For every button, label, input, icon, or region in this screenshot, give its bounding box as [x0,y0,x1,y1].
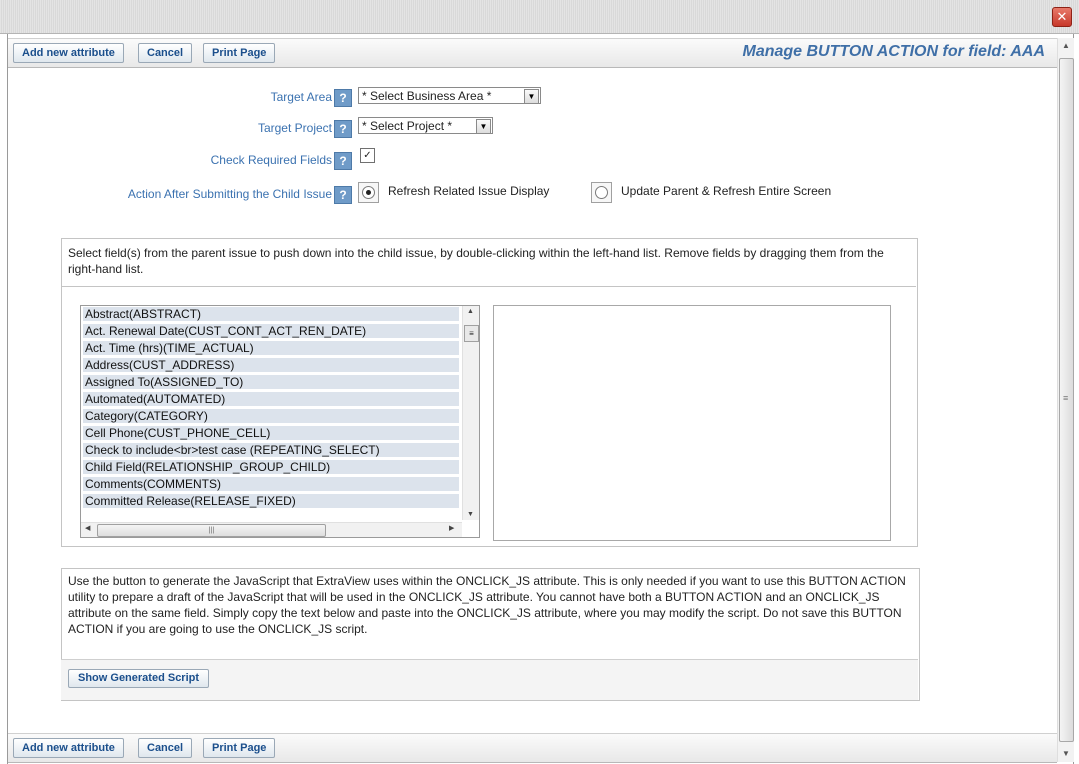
add-new-attribute-button[interactable]: Add new attribute [13,738,124,758]
scrollbar-thumb[interactable]: ≡ [1059,58,1074,742]
target-project-label: Target Project [257,121,332,135]
list-item[interactable]: Act. Renewal Date(CUST_CONT_ACT_REN_DATE… [83,324,459,339]
target-area-select[interactable]: * Select Business Area * ▼ [358,87,541,104]
update-parent-label: Update Parent & Refresh Entire Screen [621,184,832,198]
list-item[interactable]: Assigned To(ASSIGNED_TO) [83,375,459,390]
scrollbar-thumb[interactable]: ||| [97,524,326,537]
refresh-related-label: Refresh Related Issue Display [388,184,550,198]
page-scrollbar[interactable]: ▲ ≡ ▼ [1057,38,1074,762]
list-item[interactable]: Committed Release(RELEASE_FIXED) [83,494,459,509]
close-icon[interactable]: ✕ [1052,7,1072,27]
print-page-button[interactable]: Print Page [203,43,276,63]
chevron-down-icon[interactable]: ▼ [476,119,491,134]
list-item[interactable]: Check to include<br>test case (REPEATING… [83,443,459,458]
help-icon[interactable]: ? [334,186,352,204]
update-parent-radio[interactable] [591,182,612,203]
parent-fields-list[interactable]: Abstract(ABSTRACT) Act. Renewal Date(CUS… [80,305,480,538]
divider [62,286,916,287]
scrollbar-thumb[interactable]: ≡ [464,325,479,342]
list-item[interactable]: Act. Time (hrs)(TIME_ACTUAL) [83,341,459,356]
child-fields-list[interactable] [493,305,891,541]
scroll-up-icon[interactable]: ▲ [467,308,474,315]
target-project-select[interactable]: * Select Project * ▼ [358,117,493,134]
help-icon[interactable]: ? [334,152,352,170]
top-toolbar: Add new attribute Cancel Print Page Mana… [8,38,1057,68]
list-item[interactable]: Category(CATEGORY) [83,409,459,424]
add-new-attribute-button[interactable]: Add new attribute [13,43,124,63]
list-horizontal-scrollbar[interactable]: ◀ ||| ▶ [81,522,462,537]
print-page-button[interactable]: Print Page [203,738,276,758]
bottom-toolbar: Add new attribute Cancel Print Page [8,733,1057,763]
help-icon[interactable]: ? [334,89,352,107]
scroll-down-icon[interactable]: ▼ [467,511,474,518]
page-title: Manage BUTTON ACTION for field: AAA [742,43,1045,60]
scroll-right-icon[interactable]: ▶ [449,524,454,532]
list-item[interactable]: Cell Phone(CUST_PHONE_CELL) [83,426,459,441]
window-titlebar: ✕ [0,0,1079,34]
fields-instructions: Select field(s) from the parent issue to… [68,246,884,276]
cancel-button[interactable]: Cancel [138,43,193,63]
list-vertical-scrollbar[interactable]: ▲ ≡ ▼ [462,306,479,520]
script-button-bar: Show Generated Script [61,659,918,700]
check-required-checkbox[interactable]: ✓ [360,148,375,163]
list-item[interactable]: Automated(AUTOMATED) [83,392,459,407]
scroll-down-icon[interactable]: ▼ [1058,746,1074,762]
list-item[interactable]: Abstract(ABSTRACT) [83,307,459,322]
scroll-up-icon[interactable]: ▲ [1058,38,1074,54]
target-area-label: Target Area [270,90,332,104]
list-item[interactable]: Child Field(RELATIONSHIP_GROUP_CHILD) [83,460,459,475]
action-after-label: Action After Submitting the Child Issue [127,187,332,201]
list-item[interactable]: Address(CUST_ADDRESS) [83,358,459,373]
scroll-left-icon[interactable]: ◀ [85,524,90,532]
check-required-label: Check Required Fields [210,153,332,167]
list-item[interactable]: Comments(COMMENTS) [83,477,459,492]
refresh-related-radio[interactable] [358,182,379,203]
show-generated-script-button[interactable]: Show Generated Script [68,669,210,688]
script-instructions: Use the button to generate the JavaScrip… [68,574,906,636]
cancel-button[interactable]: Cancel [138,738,193,758]
chevron-down-icon[interactable]: ▼ [524,89,539,104]
help-icon[interactable]: ? [334,120,352,138]
